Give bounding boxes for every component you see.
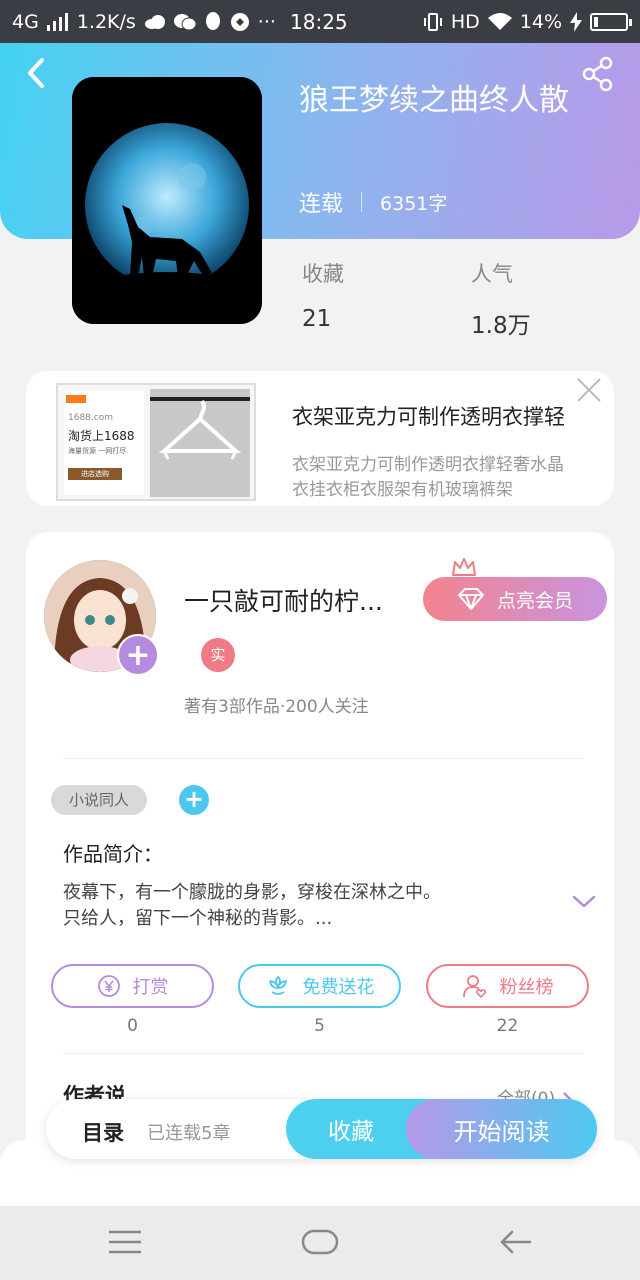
back-nav-button[interactable] [494,1222,538,1262]
compass-icon [230,12,249,31]
flower-count: 5 [314,1016,325,1036]
divider [62,758,584,759]
plus-icon: + [183,785,205,813]
plus-icon: + [125,638,151,673]
send-flower-button[interactable]: 免费送花 [238,964,401,1008]
network-indicator: 4G [12,10,39,33]
stat-value: 1.8万 [471,313,531,339]
tip-button[interactable]: 打赏 [51,964,214,1008]
intro-text: 夜幕下，有一个朦胧的身影，穿梭在深林之中。 只给人，留下一个神秘的背影。... [63,880,533,932]
stat-label: 人气 [471,262,513,286]
ad-image-button: 进店选购 [68,468,122,480]
stat-favorites: 收藏 21 [302,258,344,332]
vibrate-icon [423,12,442,31]
serial-status: 连载 [299,192,344,217]
book-cover[interactable] [72,77,262,324]
diamond-icon [457,588,484,610]
stat-value: 21 [302,306,332,332]
back-arrow-icon [500,1230,532,1254]
hanger-photo [150,389,250,497]
ad-description-line: 衣挂衣柜衣服架有机玻璃裤架 [292,480,513,500]
battery-icon [590,12,632,31]
ad-image: 1688.com 淘货上1688 海量货源 一网打尽 进店选购 [56,383,256,501]
wifi-icon [487,12,512,30]
intro-title: 作品简介： [63,842,163,866]
crown-icon [452,558,476,576]
vip-button[interactable]: 点亮会员 [423,577,607,621]
ad-description-line: 衣架亚克力可制作透明衣撑轻奢水晶 [292,455,564,475]
ad-title: 衣架亚克力可制作透明衣撑轻 [292,405,565,429]
wechat-icon [173,13,196,30]
book-meta: 连载 6351字 [299,186,447,218]
hanger-icon [150,397,250,460]
tip-count: 0 [127,1016,138,1036]
chevron-left-icon [28,58,44,88]
battery-level [594,16,598,27]
ad-close-button[interactable] [574,375,604,405]
author-name[interactable]: 一只敲可耐的柠... [184,582,383,618]
ad-image-brand: 1688.com [68,413,113,423]
ad-description: 衣架亚克力可制作透明衣撑轻奢水晶 衣挂衣柜衣服架有机玻璃裤架 [292,453,612,503]
chapter-count: 已连载5章 [147,1123,231,1144]
close-icon [577,378,601,402]
send-flower-label: 免费送花 [302,977,375,998]
meta-divider [361,192,363,212]
wolf-moon-illustration [72,77,262,324]
vip-button-label: 点亮会员 [496,589,573,612]
yen-icon [97,975,120,997]
hd-indicator: HD [450,10,480,33]
fan-count: 22 [496,1016,519,1036]
home-nav-button[interactable] [298,1222,342,1262]
flower-icon [268,976,287,995]
fans-icon [462,975,486,999]
qq-icon [205,11,220,30]
word-count: 6351字 [380,192,448,215]
chevron-down-icon [572,895,596,908]
stat-label: 收藏 [302,262,344,286]
intro-line: 夜幕下，有一个朦胧的身影，穿梭在深林之中。 [63,882,441,903]
ad-image-headline: 淘货上1688 [68,429,135,443]
follow-author-button[interactable]: + [117,634,159,676]
genre-tag[interactable]: 小说同人 [51,785,147,815]
network-speed: 1.2K/s [76,10,136,33]
intro-line: 只给人，留下一个神秘的背影。... [63,908,333,929]
toc-button[interactable]: 目录 [82,1117,124,1147]
author-stats: 著有3部作品·200人关注 [184,697,369,717]
back-button[interactable] [22,56,52,90]
expand-intro-button[interactable] [570,892,598,912]
verified-badge: 实 [201,638,235,672]
divider [62,1053,584,1054]
ad-banner[interactable]: 1688.com 淘货上1688 海量货源 一网打尽 进店选购 衣架亚克力可制作… [26,371,614,506]
charging-icon [570,11,582,32]
ad-image-panel: 1688.com 淘货上1688 海量货源 一网打尽 进店选购 [64,391,144,495]
tip-label: 打赏 [132,977,169,998]
more-notifications-icon: ··· [257,10,276,33]
book-title: 狼王梦续之曲终人散 [299,83,569,118]
battery-percent: 14% [519,10,562,33]
home-icon [301,1229,339,1255]
add-tag-button[interactable]: + [179,785,209,815]
start-reading-label: 开始阅读 [453,1117,550,1146]
status-bar: 4G 1.2K/s ··· 18:25 HD 14% [0,0,640,43]
menu-nav-button[interactable] [103,1222,147,1262]
fan-ranking-label: 粉丝榜 [499,977,554,998]
favorite-label: 收藏 [328,1119,374,1145]
fan-ranking-button[interactable]: 粉丝榜 [426,964,589,1008]
clock: 18:25 [290,9,348,34]
ad-image-sub: 海量货源 一网打尽 [68,447,127,455]
signal-icon [46,12,68,31]
start-reading-button[interactable]: 开始阅读 [406,1099,597,1159]
cloud-icon [144,14,165,29]
stat-popularity: 人气 1.8万 [471,258,531,340]
menu-icon [109,1230,141,1254]
